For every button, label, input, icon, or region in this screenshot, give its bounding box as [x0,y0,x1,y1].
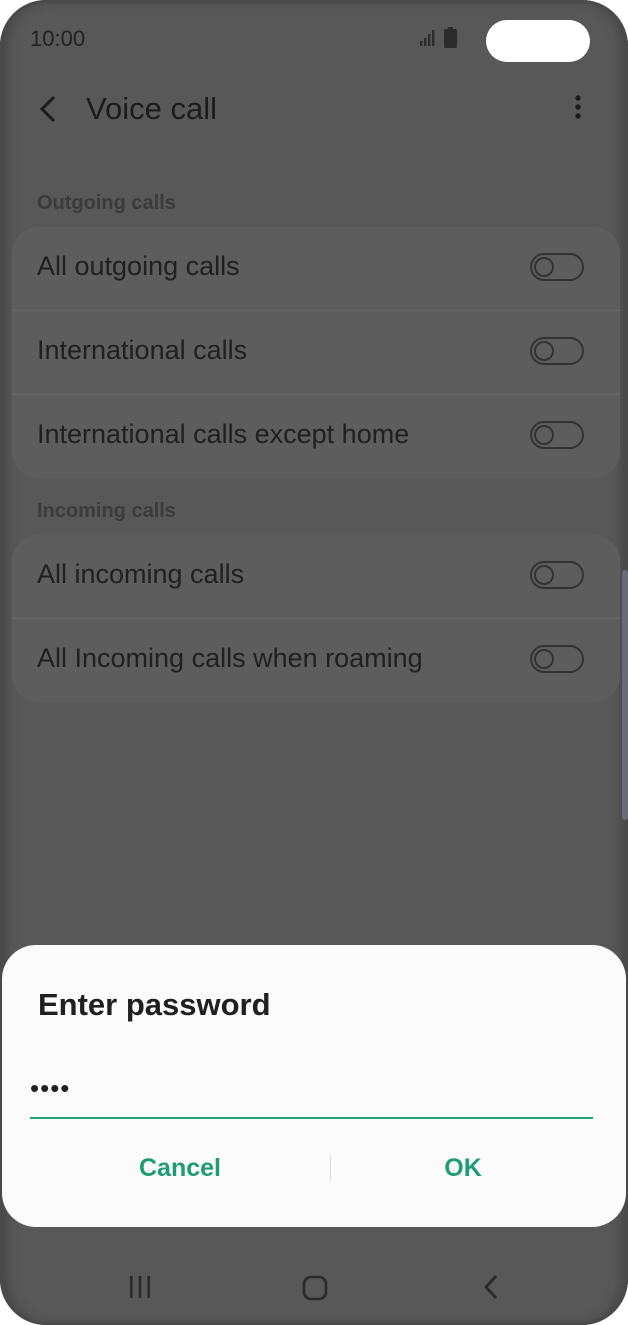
list-item-label: International calls except home [37,419,410,449]
nav-back-icon[interactable] [481,1273,501,1301]
section-label-incoming: Incoming calls [37,500,176,522]
toggle-switch[interactable] [530,645,584,673]
list-item-label: All incoming calls [37,559,245,589]
page-title: Voice call [86,91,217,126]
toggle-knob [534,425,554,445]
more-options-icon[interactable] [566,92,590,124]
camera-cutout [486,20,590,62]
list-item-incoming-roaming[interactable]: All Incoming calls when roaming [12,619,620,702]
home-icon[interactable] [302,1275,328,1301]
cancel-button[interactable]: Cancel [30,1143,330,1193]
toggle-knob [534,257,554,277]
button-divider [330,1155,331,1181]
incoming-calls-group: All incoming calls All Incoming calls wh… [12,535,620,702]
section-label-outgoing: Outgoing calls [37,192,176,214]
toggle-switch[interactable] [530,421,584,449]
list-item-label: International calls [37,335,248,365]
app-bar: Voice call [0,80,628,140]
status-bar: 10:00 [0,0,628,80]
list-item-international[interactable]: International calls [12,311,620,395]
ok-button[interactable]: OK [332,1143,594,1193]
recent-apps-icon[interactable] [128,1275,152,1299]
toggle-knob [534,565,554,585]
password-dialog: Enter password •••• Cancel OK [2,945,626,1227]
dialog-title: Enter password [38,987,271,1022]
toggle-switch[interactable] [530,253,584,281]
toggle-switch[interactable] [530,561,584,589]
status-time: 10:00 [30,26,86,51]
phone-screen: 10:00 Voice call Outgoing calls All outg… [0,0,628,1325]
list-item-label: All Incoming calls when roaming [37,643,423,673]
list-item-international-except-home[interactable]: International calls except home [12,395,620,478]
list-item-label: All outgoing calls [37,251,240,281]
toggle-knob [534,649,554,669]
back-icon[interactable] [34,91,64,127]
navigation-bar [0,1245,628,1325]
battery-icon [444,27,457,48]
side-edge-handle [622,570,628,820]
toggle-switch[interactable] [530,337,584,365]
list-item-all-outgoing[interactable]: All outgoing calls [12,227,620,311]
password-input[interactable]: •••• [30,1065,593,1119]
list-item-all-incoming[interactable]: All incoming calls [12,535,620,619]
toggle-knob [534,341,554,361]
dialog-actions: Cancel OK [2,1143,626,1193]
password-value: •••• [30,1073,71,1103]
signal-icon [420,30,435,46]
outgoing-calls-group: All outgoing calls International calls I… [12,227,620,478]
